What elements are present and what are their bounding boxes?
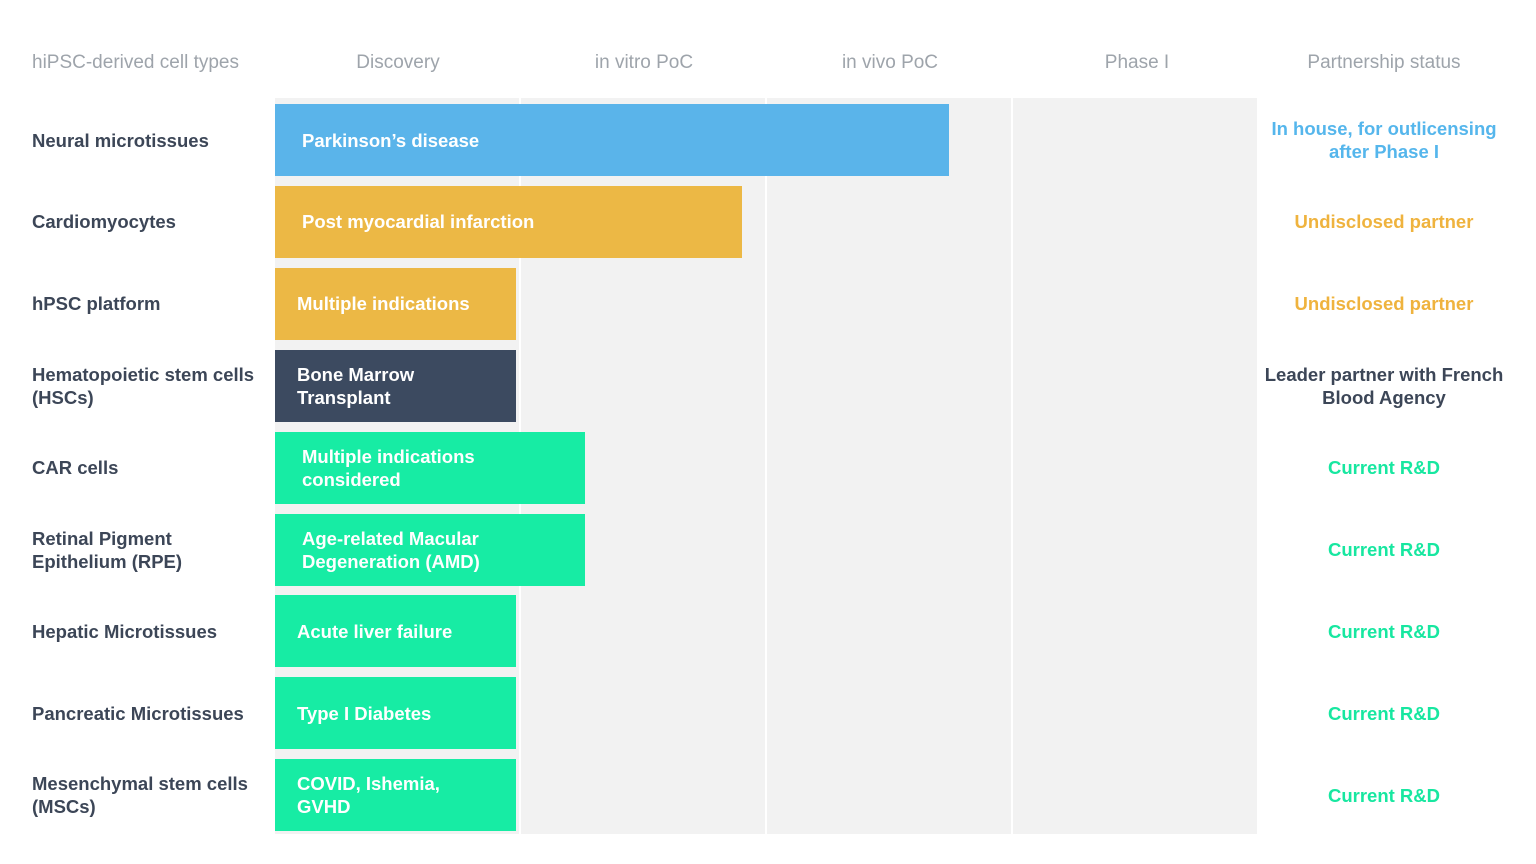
column-header-4: Phase I	[1104, 52, 1170, 73]
pipeline-bar: Acute liver failure	[275, 595, 517, 668]
indication-label: Multiple indications	[297, 293, 470, 315]
pipeline-bar: Parkinson’s disease	[275, 104, 950, 176]
cell-type-label: Pancreatic Microtissues	[32, 702, 244, 724]
cell-type-label: CAR cells	[32, 457, 119, 479]
pipeline-bar: Multiple indications	[275, 267, 517, 340]
partnership-status: Leader partner with French Blood Agency	[1264, 363, 1504, 408]
indication-label: Post myocardial infarction	[302, 211, 535, 233]
pipeline-bar: Bone Marrow Transplant	[275, 349, 517, 422]
indication-label: Bone Marrow Transplant	[297, 363, 415, 408]
partnership-status: Current R&D	[1327, 784, 1441, 806]
partnership-status: Current R&D	[1327, 539, 1441, 560]
partnership-status: Current R&D	[1327, 620, 1441, 642]
partnership-status: In house, for outlicensing after Phase I	[1271, 118, 1497, 162]
pipeline-bar: COVID, Ishemia, GVHD	[275, 759, 517, 832]
partnership-status: Current R&D	[1327, 702, 1441, 724]
indication-label: COVID, Ishemia, GVHD	[297, 773, 440, 818]
column-header-3: in vivo PoC	[841, 52, 939, 73]
stage-column-bg-2	[767, 98, 1011, 834]
indication-label: Acute liver failure	[297, 620, 453, 642]
stage-column-bg-3	[1013, 98, 1257, 834]
column-header-0: hiPSC-derived cell types	[32, 52, 239, 73]
pipeline-bar: Post myocardial infarction	[275, 185, 743, 258]
indication-label: Parkinson’s disease	[302, 129, 480, 151]
column-header-5: Partnership status	[1307, 52, 1461, 73]
indication-label: Multiple indications considered	[302, 445, 475, 490]
column-header-2: in vitro PoC	[594, 52, 694, 73]
partnership-status: Current R&D	[1327, 457, 1441, 479]
indication-label: Age-related Macular Degeneration (AMD)	[302, 527, 480, 572]
cell-type-label: Hematopoietic stem cells (HSCs)	[32, 363, 255, 408]
partnership-status: Undisclosed partner	[1294, 211, 1474, 233]
pipeline-bar: Type I Diabetes	[275, 677, 517, 750]
pipeline-bar: Multiple indications considered	[275, 431, 585, 504]
pipeline-bar: Age-related Macular Degeneration (AMD)	[275, 513, 585, 586]
cell-type-label: hPSC platform	[32, 293, 161, 315]
cell-type-label: Cardiomyocytes	[32, 211, 176, 233]
column-header-1: Discovery	[356, 52, 440, 73]
cell-type-label: Retinal Pigment Epithelium (RPE)	[32, 527, 183, 572]
cell-type-label: Hepatic Microtissues	[32, 620, 218, 642]
cell-type-label: Neural microtissues	[32, 129, 209, 151]
cell-type-label: Mesenchymal stem cells (MSCs)	[32, 773, 248, 818]
indication-label: Type I Diabetes	[297, 702, 432, 724]
partnership-status: Undisclosed partner	[1294, 293, 1474, 315]
